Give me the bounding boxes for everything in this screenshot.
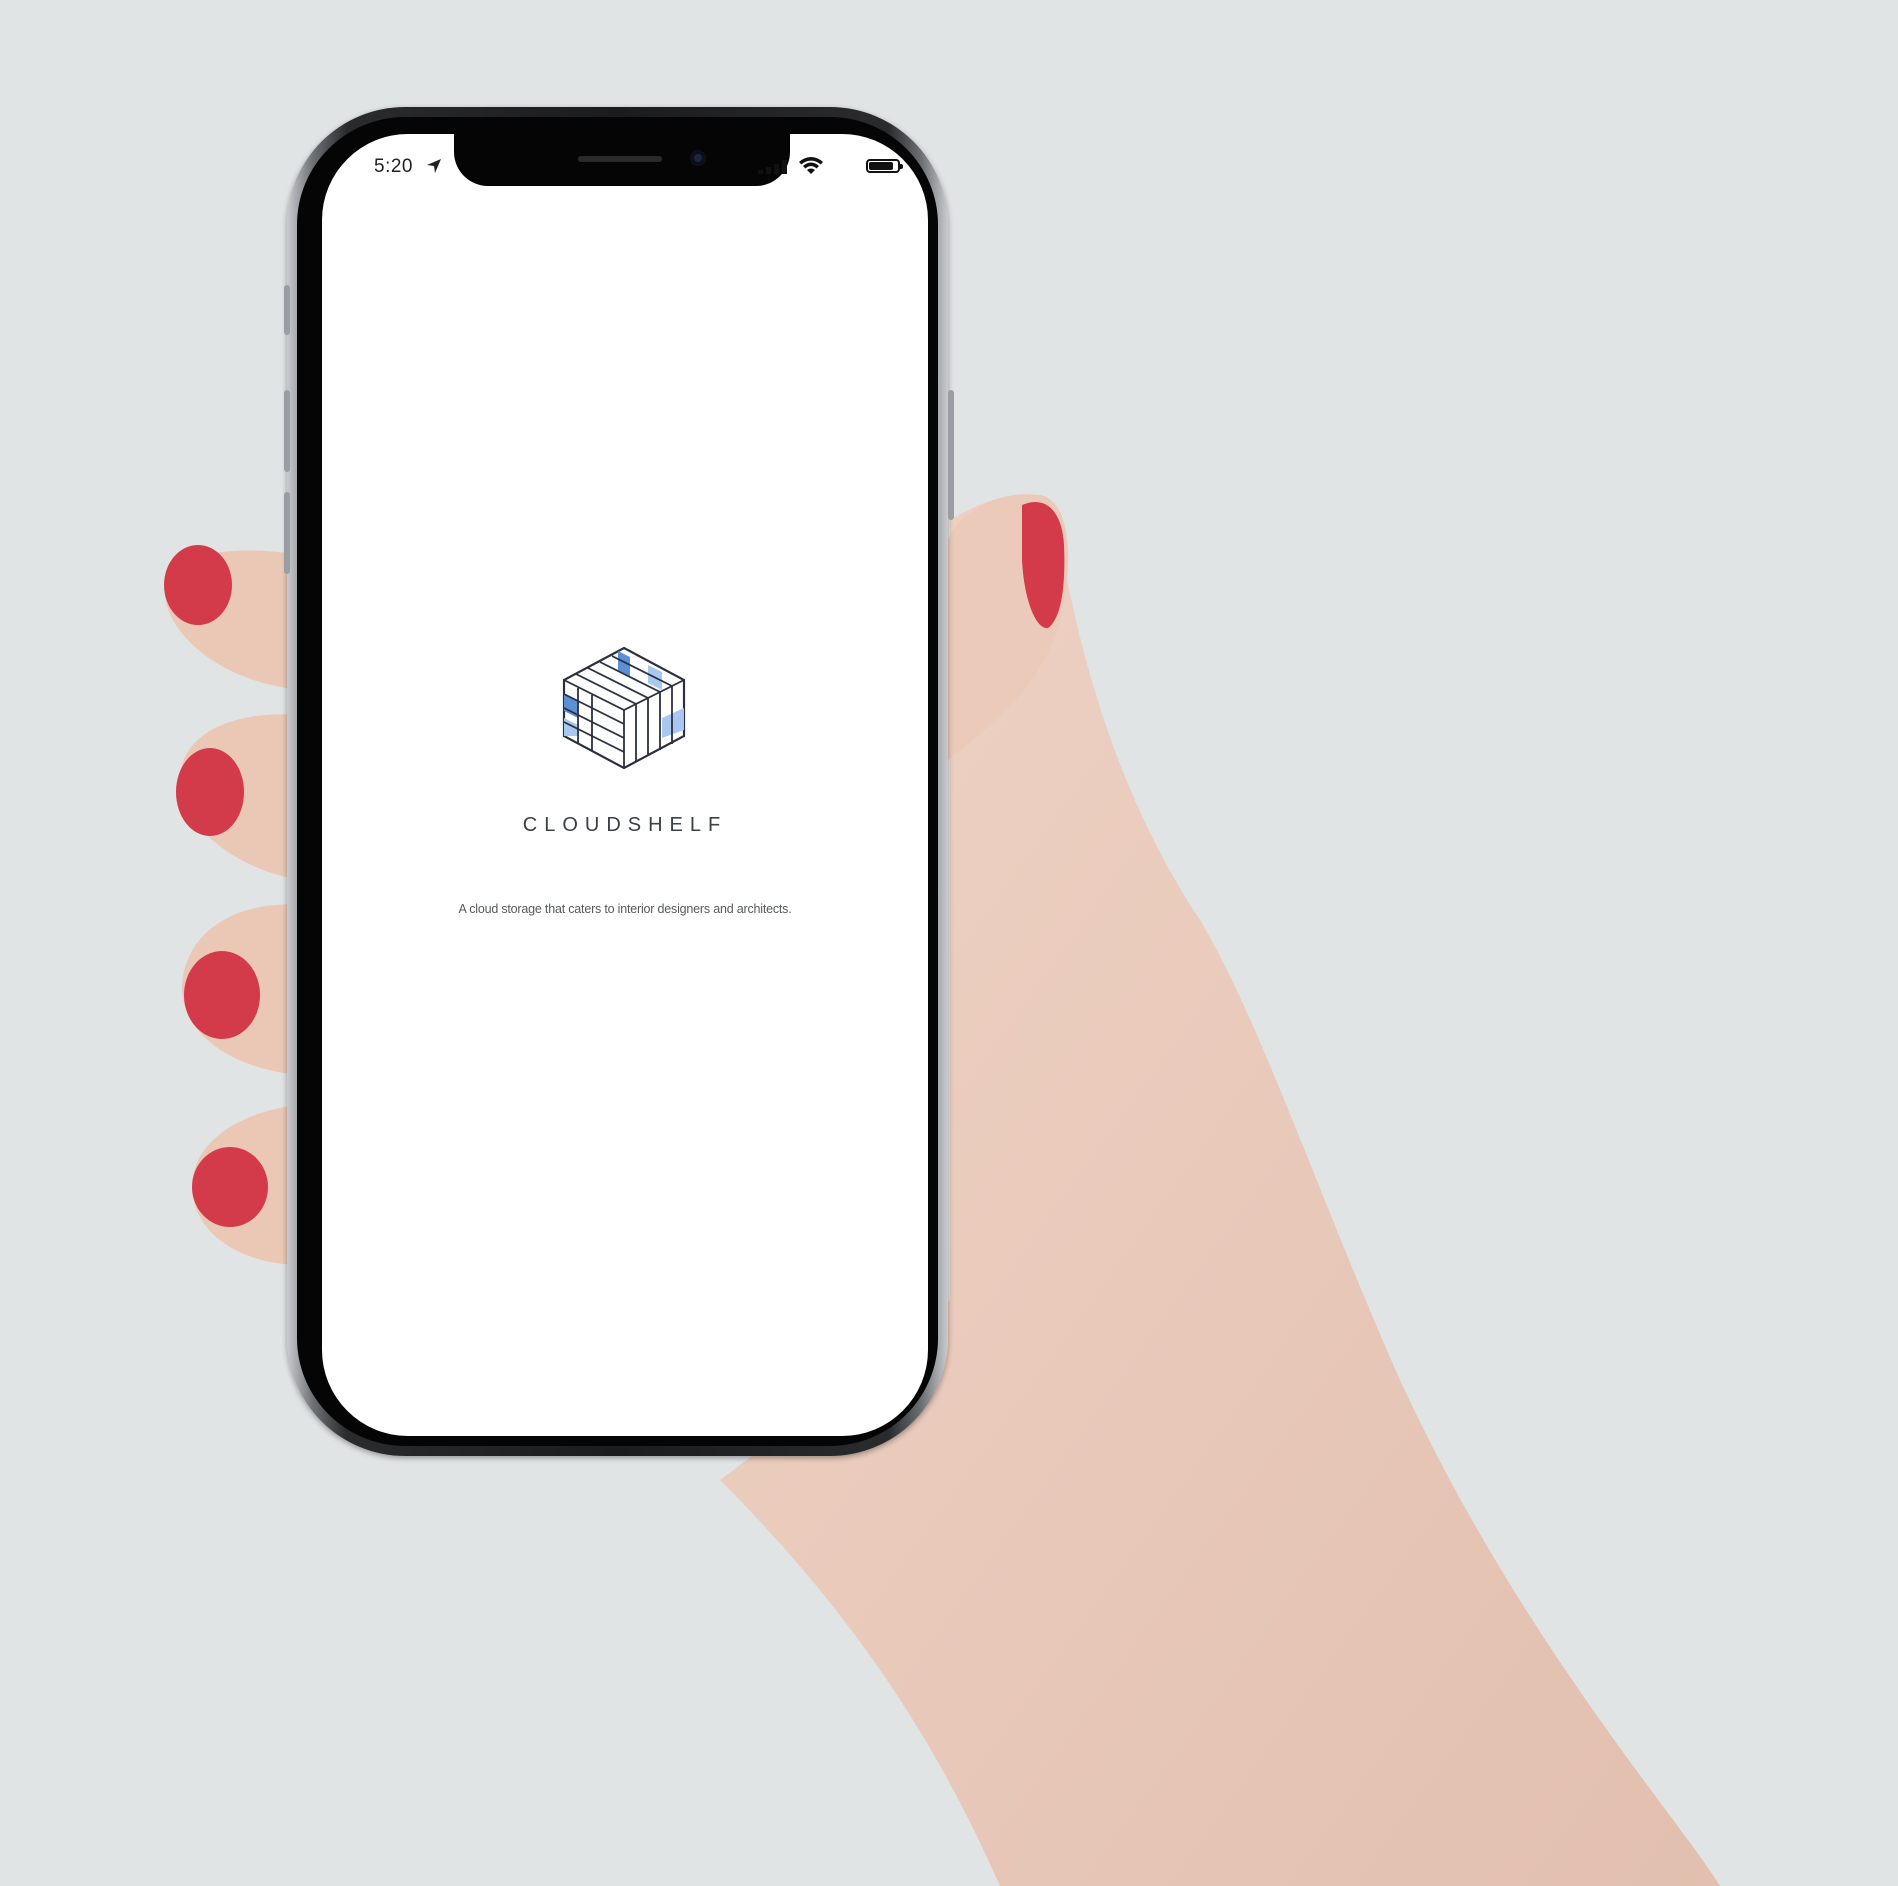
location-arrow-icon	[427, 159, 441, 173]
tagline: A cloud storage that caters to interior …	[458, 902, 792, 916]
earpiece-speaker	[578, 156, 662, 162]
volume-down-button	[284, 390, 290, 472]
front-camera	[690, 150, 706, 166]
volume-down-button-2	[284, 492, 290, 574]
status-right-group	[750, 156, 903, 176]
volume-up-button	[284, 285, 290, 335]
power-button	[948, 390, 954, 520]
cloudshelf-logo-icon	[562, 646, 686, 770]
cellular-signal-icon	[758, 160, 787, 174]
hand-illustration	[164, 494, 1720, 1886]
app-screen: 5:20 CLOUDSHELF A cloud storage that cat…	[322, 134, 928, 1436]
status-time: 5:20	[374, 156, 413, 177]
brand-name: CLOUDSHELF	[522, 814, 728, 836]
battery-icon	[866, 159, 903, 173]
notch	[454, 134, 790, 186]
battery-fill	[869, 162, 893, 170]
wifi-icon	[799, 157, 823, 174]
